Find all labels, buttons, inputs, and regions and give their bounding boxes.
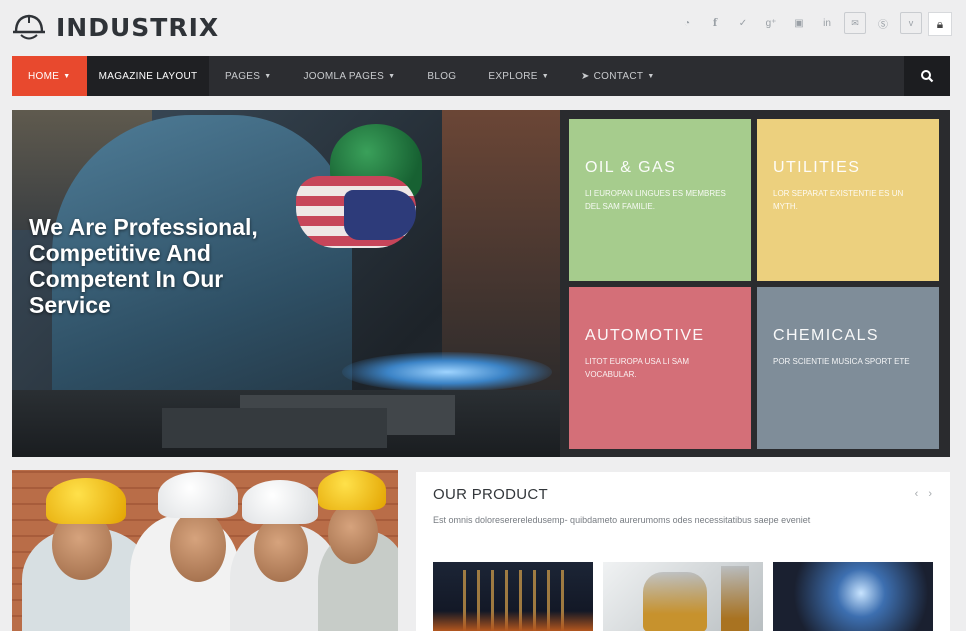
product-thumb-refinery[interactable]: [433, 562, 593, 631]
twitter-icon[interactable]: ✓: [732, 12, 754, 34]
nav-explore[interactable]: EXPLORE ▼: [472, 56, 565, 96]
tile-oil-gas[interactable]: OIL & GAS LI EUROPAN LINGUES ES MEMBRES …: [569, 119, 751, 281]
lock-icon[interactable]: 🔒︎: [928, 12, 952, 36]
logo[interactable]: INDUSTRIX: [12, 10, 219, 44]
search-icon: [921, 70, 934, 83]
main-nav: HOME ▼ MAGAZINE LAYOUT PAGES ▼ JOOMLA PA…: [12, 56, 950, 96]
hero-slide: We Are Professional, Competitive And Com…: [12, 110, 560, 457]
section-description: Est omnis doloreserereledusemp- quibdame…: [433, 515, 811, 525]
logo-text: INDUSTRIX: [56, 12, 220, 42]
industry-tiles: OIL & GAS LI EUROPAN LINGUES ES MEMBRES …: [560, 110, 950, 457]
tile-title: AUTOMOTIVE: [585, 327, 705, 344]
tile-text: LOR SEPARAT EXISTENTIE ES UN MYTH.: [773, 189, 904, 211]
welding-glow: [342, 352, 552, 392]
nav-magazine-label: MAGAZINE LAYOUT: [98, 70, 198, 82]
chevron-down-icon: ▼: [647, 72, 655, 80]
tile-text: LITOT EUROPA USA LI SAM VOCABULAR.: [585, 357, 690, 379]
prev-arrow-icon[interactable]: ‹: [915, 488, 919, 500]
steel-plate: [162, 408, 387, 448]
product-thumb-lab[interactable]: [603, 562, 763, 631]
email-icon[interactable]: ✉: [844, 12, 866, 34]
hard-hat-yellow: [318, 470, 386, 510]
tile-utilities[interactable]: UTILITIES LOR SEPARAT EXISTENTIE ES UN M…: [757, 119, 939, 281]
hard-hat-white: [158, 472, 238, 518]
welding-mask-stars: [344, 190, 416, 240]
nav-pages-label: PAGES: [225, 70, 261, 82]
nav-joomla-pages[interactable]: JOOMLA PAGES ▼: [287, 56, 411, 96]
search-button[interactable]: [904, 56, 950, 96]
our-product-section: OUR PRODUCT ‹ › Est omnis doloresererele…: [416, 472, 950, 631]
nav-blog[interactable]: BLOG: [411, 56, 472, 96]
send-icon: ➤: [580, 70, 590, 82]
team-photo: [12, 470, 398, 631]
linkedin-icon[interactable]: in: [816, 12, 838, 34]
tile-chemicals[interactable]: CHEMICALS POR SCIENTIE MUSICA SPORT ETE: [757, 287, 939, 449]
nav-contact-label: CONTACT: [593, 70, 644, 82]
rss-icon[interactable]: ◔: [676, 12, 698, 34]
youtube-icon[interactable]: ▣: [788, 12, 810, 34]
google-plus-icon[interactable]: g⁺: [760, 12, 782, 34]
chevron-down-icon: ▼: [541, 72, 549, 80]
chevron-down-icon: ▼: [264, 72, 272, 80]
chevron-down-icon: ▼: [388, 72, 396, 80]
worker-face: [170, 510, 226, 582]
hard-hat-yellow: [46, 478, 126, 524]
nav-joomla-label: JOOMLA PAGES: [303, 70, 385, 82]
nav-home[interactable]: HOME ▼: [12, 56, 87, 96]
refinery-glow: [433, 611, 593, 631]
tile-automotive[interactable]: AUTOMOTIVE LITOT EUROPA USA LI SAM VOCAB…: [569, 287, 751, 449]
tile-title: UTILITIES: [773, 159, 861, 176]
hard-hat-white: [242, 480, 318, 524]
hard-hat-icon: [13, 14, 45, 40]
header: INDUSTRIX ◔ f ✓ g⁺ ▣ in ✉ Ⓢ v 🔒︎: [12, 8, 952, 48]
lab-flask: [643, 572, 707, 631]
nav-pages[interactable]: PAGES ▼: [209, 56, 287, 96]
tile-title: CHEMICALS: [773, 327, 879, 344]
nav-contact[interactable]: ➤ CONTACT ▼: [565, 56, 671, 96]
product-thumb-welding[interactable]: [773, 562, 933, 631]
chevron-down-icon: ▼: [63, 72, 71, 80]
worker-face: [254, 516, 308, 582]
nav-blog-label: BLOG: [427, 70, 457, 82]
lab-beaker: [721, 566, 749, 631]
skype-icon[interactable]: Ⓢ: [872, 12, 894, 34]
nav-home-label: HOME: [28, 70, 60, 82]
tile-text: LI EUROPAN LINGUES ES MEMBRES DEL SAM FA…: [585, 189, 726, 211]
worker-face: [328, 502, 378, 564]
tile-text: POR SCIENTIE MUSICA SPORT ETE: [773, 357, 910, 366]
section-title: OUR PRODUCT: [433, 486, 548, 503]
carousel-arrows: ‹ ›: [915, 488, 932, 500]
tile-title: OIL & GAS: [585, 159, 677, 176]
hero-title: We Are Professional, Competitive And Com…: [29, 214, 258, 318]
nav-explore-label: EXPLORE: [488, 70, 538, 82]
nav-magazine-layout[interactable]: MAGAZINE LAYOUT: [87, 56, 209, 96]
vimeo-icon[interactable]: v: [900, 12, 922, 34]
next-arrow-icon[interactable]: ›: [928, 488, 932, 500]
facebook-icon[interactable]: f: [704, 12, 726, 34]
social-links: ◔ f ✓ g⁺ ▣ in ✉ Ⓢ v 🔒︎: [676, 12, 952, 36]
